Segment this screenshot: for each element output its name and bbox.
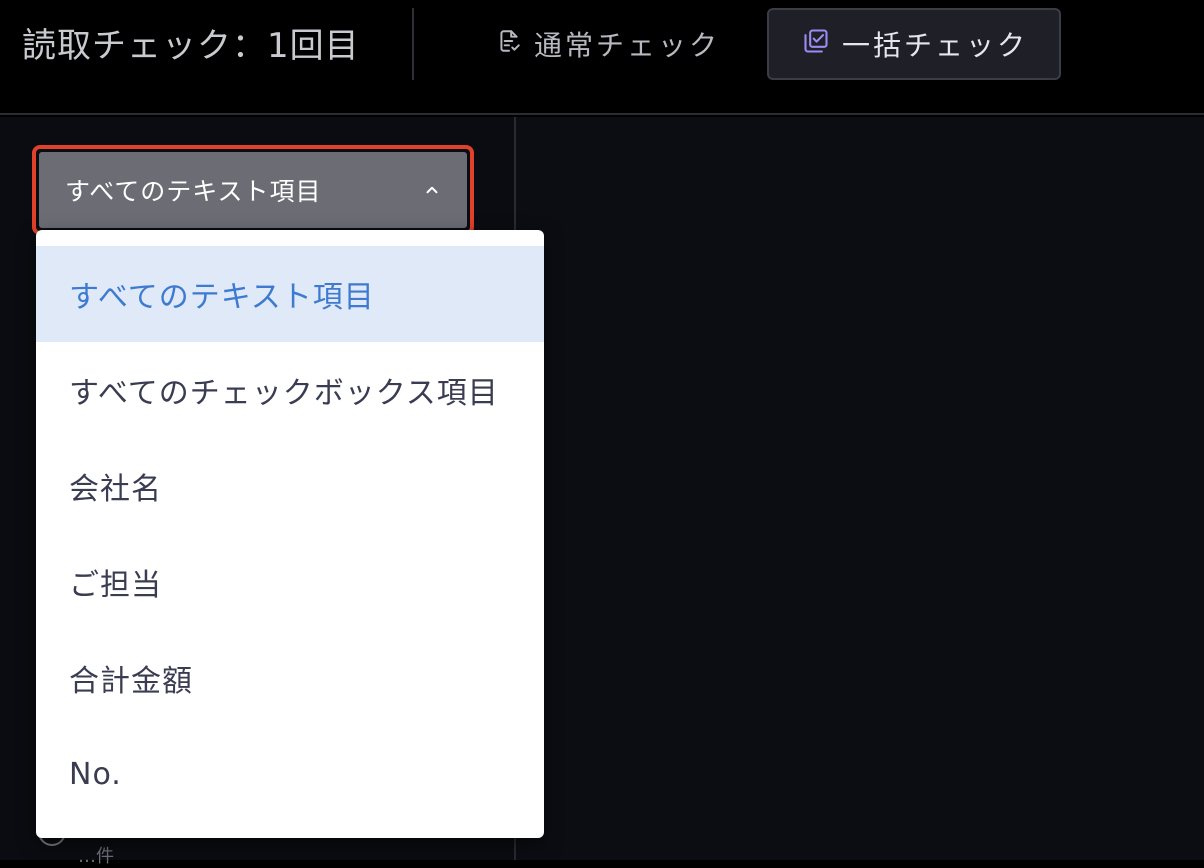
page-title: 読取チェック：1回目 bbox=[22, 26, 360, 66]
select-option[interactable]: すべてのチェックボックス項目 bbox=[36, 342, 544, 438]
count-text: …件 bbox=[78, 846, 114, 867]
header-divider bbox=[412, 8, 414, 80]
checkbox-list-icon bbox=[802, 27, 830, 62]
select-value: すべてのテキスト項目 bbox=[65, 177, 322, 206]
select-option[interactable]: すべてのテキスト項目 bbox=[36, 246, 544, 342]
select-option[interactable]: No. bbox=[36, 726, 544, 822]
select-dropdown-menu: すべてのテキスト項目 すべてのチェックボックス項目 会社名 ご担当 合計金額 No. bbox=[36, 230, 544, 838]
tab-normal-check[interactable]: 通常チェック bbox=[496, 8, 736, 80]
top-bar: 読取チェック：1回目 通常チェック 一括チェック bbox=[0, 0, 1204, 115]
option-list: すべてのテキスト項目 すべてのチェックボックス項目 会社名 ご担当 合計金額 No. bbox=[36, 230, 544, 822]
select-trigger[interactable]: すべてのテキスト項目 bbox=[39, 152, 467, 228]
preview-panel bbox=[516, 117, 1204, 860]
field-filter-select[interactable]: すべてのテキスト項目 bbox=[32, 145, 474, 235]
select-option[interactable]: 会社名 bbox=[36, 438, 544, 534]
chevron-up-icon bbox=[423, 176, 441, 205]
tab-normal-check-label: 通常チェック bbox=[534, 29, 721, 62]
tab-batch-check-label: 一括チェック bbox=[842, 29, 1029, 62]
document-check-icon bbox=[496, 28, 522, 61]
tab-batch-check[interactable]: 一括チェック bbox=[767, 8, 1061, 80]
select-option[interactable]: 合計金額 bbox=[36, 630, 544, 726]
select-option[interactable]: ご担当 bbox=[36, 534, 544, 630]
